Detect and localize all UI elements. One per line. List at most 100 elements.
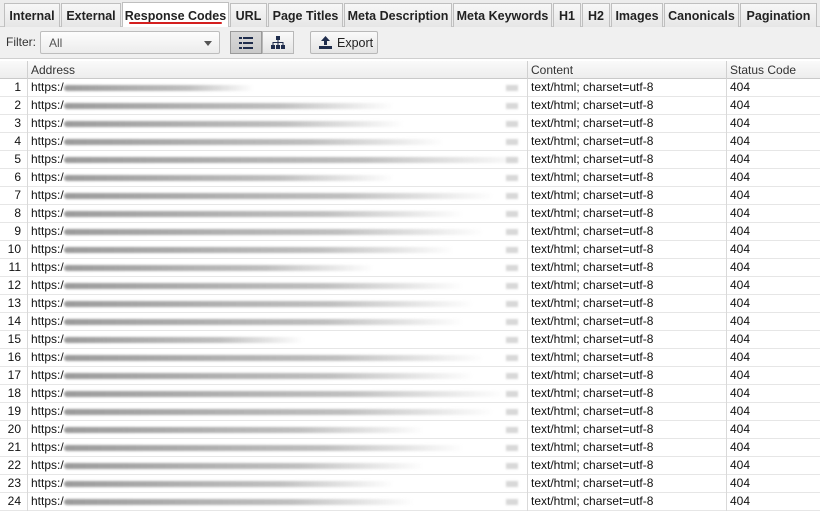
address-text: https:/ xyxy=(31,296,64,310)
address-cell[interactable]: https:/ xyxy=(28,403,528,421)
tab-bar: Internal External Response Codes URL Pag… xyxy=(0,0,820,28)
table-row[interactable]: 5 https:/ text/html; charset=utf-8 404 xyxy=(0,151,820,169)
table-row[interactable]: 23 https:/ text/html; charset=utf-8 404 xyxy=(0,475,820,493)
address-cell[interactable]: https:/ xyxy=(28,421,528,439)
table-header: Address Content Status Code xyxy=(0,61,820,79)
content-cell: text/html; charset=utf-8 xyxy=(528,187,727,205)
address-text: https:/ xyxy=(31,242,64,256)
address-text: https:/ xyxy=(31,404,64,418)
redacted-url-tail xyxy=(506,337,518,343)
status-code-cell: 404 xyxy=(730,350,751,364)
table-row[interactable]: 3 https:/ text/html; charset=utf-8 404 xyxy=(0,115,820,133)
table-row[interactable]: 13 https:/ text/html; charset=utf-8 404 xyxy=(0,295,820,313)
table-row[interactable]: 10 https:/ text/html; charset=utf-8 404 xyxy=(0,241,820,259)
toolbar: Filter: All Export xyxy=(0,27,820,59)
status-code-cell: 404 xyxy=(730,314,751,328)
redacted-url xyxy=(64,139,444,145)
table-row[interactable]: 2 https:/ text/html; charset=utf-8 404 xyxy=(0,97,820,115)
header-content[interactable]: Content xyxy=(528,61,727,79)
table-row[interactable]: 18 https:/ text/html; charset=utf-8 404 xyxy=(0,385,820,403)
table-row[interactable]: 24 https:/ text/html; charset=utf-8 404 xyxy=(0,493,820,511)
table-row[interactable]: 17 https:/ text/html; charset=utf-8 404 xyxy=(0,367,820,385)
tab-h2[interactable]: H2 xyxy=(582,3,610,27)
row-number: 14 xyxy=(0,313,28,331)
status-code-cell: 404 xyxy=(730,386,751,400)
tab-url[interactable]: URL xyxy=(230,3,267,27)
filter-dropdown[interactable]: All xyxy=(40,31,220,54)
address-cell[interactable]: https:/ xyxy=(28,187,528,205)
header-row-number[interactable] xyxy=(0,61,28,79)
tab-meta-keywords[interactable]: Meta Keywords xyxy=(453,3,552,27)
row-number: 16 xyxy=(0,349,28,367)
address-cell[interactable]: https:/ xyxy=(28,367,528,385)
address-cell[interactable]: https:/ xyxy=(28,493,528,511)
table-row[interactable]: 4 https:/ text/html; charset=utf-8 404 xyxy=(0,133,820,151)
table-row[interactable]: 7 https:/ text/html; charset=utf-8 404 xyxy=(0,187,820,205)
address-cell[interactable]: https:/ xyxy=(28,79,528,97)
export-button[interactable]: Export xyxy=(310,31,378,54)
status-code-cell: 404 xyxy=(730,260,751,274)
address-cell[interactable]: https:/ xyxy=(28,331,528,349)
table-row[interactable]: 6 https:/ text/html; charset=utf-8 404 xyxy=(0,169,820,187)
row-number: 15 xyxy=(0,331,28,349)
address-cell[interactable]: https:/ xyxy=(28,205,528,223)
redacted-url-tail xyxy=(506,283,518,289)
table-row[interactable]: 1 https:/ text/html; charset=utf-8 404 xyxy=(0,79,820,97)
status-code-cell: 404 xyxy=(730,116,751,130)
row-number: 6 xyxy=(0,169,28,187)
address-cell[interactable]: https:/ xyxy=(28,349,528,367)
tab-external[interactable]: External xyxy=(61,3,121,27)
header-address[interactable]: Address xyxy=(28,61,528,79)
address-cell[interactable]: https:/ xyxy=(28,241,528,259)
address-cell[interactable]: https:/ xyxy=(28,115,528,133)
status-code-cell: 404 xyxy=(730,368,751,382)
header-status-code[interactable]: Status Code xyxy=(727,61,820,79)
status-code-cell: 404 xyxy=(730,296,751,310)
table-row[interactable]: 8 https:/ text/html; charset=utf-8 404 xyxy=(0,205,820,223)
address-cell[interactable]: https:/ xyxy=(28,385,528,403)
results-table: Address Content Status Code 1 https:/text… xyxy=(0,61,820,513)
table-row[interactable]: 14 https:/ text/html; charset=utf-8 404 xyxy=(0,313,820,331)
tab-canonicals[interactable]: Canonicals xyxy=(664,3,739,27)
redacted-url xyxy=(64,319,464,325)
address-cell[interactable]: https:/ xyxy=(28,133,528,151)
table-row[interactable]: 21 https:/ text/html; charset=utf-8 404 xyxy=(0,439,820,457)
tree-view-button[interactable] xyxy=(262,31,294,54)
tab-response-codes[interactable]: Response Codes xyxy=(122,2,229,28)
address-text: https:/ xyxy=(31,440,64,454)
filter-label: Filter: xyxy=(6,35,36,49)
address-cell[interactable]: https:/ xyxy=(28,295,528,313)
content-cell: text/html; charset=utf-8 xyxy=(528,493,727,511)
table-row[interactable]: 22 https:/ text/html; charset=utf-8 404 xyxy=(0,457,820,475)
table-row[interactable]: 12 https:/ text/html; charset=utf-8 404 xyxy=(0,277,820,295)
address-cell[interactable]: https:/ xyxy=(28,223,528,241)
address-cell[interactable]: https:/ xyxy=(28,475,528,493)
tab-images[interactable]: Images xyxy=(611,3,663,27)
tab-page-titles[interactable]: Page Titles xyxy=(268,3,343,27)
table-row[interactable]: 20 https:/ text/html; charset=utf-8 404 xyxy=(0,421,820,439)
tab-internal[interactable]: Internal xyxy=(4,3,60,27)
tab-pagination[interactable]: Pagination xyxy=(740,3,817,27)
address-cell[interactable]: https:/ xyxy=(28,277,528,295)
address-cell[interactable]: https:/ xyxy=(28,439,528,457)
redacted-url xyxy=(64,283,464,289)
table-row[interactable]: 11 https:/ text/html; charset=utf-8 404 xyxy=(0,259,820,277)
status-code-cell: 404 xyxy=(730,494,751,508)
tab-meta-description[interactable]: Meta Description xyxy=(344,3,452,27)
table-row[interactable]: 19 https:/ text/html; charset=utf-8 404 xyxy=(0,403,820,421)
address-cell[interactable]: https:/ xyxy=(28,151,528,169)
address-cell[interactable]: https:/ xyxy=(28,313,528,331)
address-cell[interactable]: https:/ xyxy=(28,259,528,277)
table-row[interactable]: 15 https:/ text/html; charset=utf-8 404 xyxy=(0,331,820,349)
table-row[interactable]: 16 https:/ text/html; charset=utf-8 404 xyxy=(0,349,820,367)
list-icon xyxy=(239,36,253,49)
content-cell: text/html; charset=utf-8 xyxy=(528,457,727,475)
row-number: 23 xyxy=(0,475,28,493)
address-cell[interactable]: https:/ xyxy=(28,457,528,475)
table-row[interactable]: 9 https:/ text/html; charset=utf-8 404 xyxy=(0,223,820,241)
address-cell[interactable]: https:/ xyxy=(28,97,528,115)
tab-h1[interactable]: H1 xyxy=(553,3,581,27)
address-cell[interactable]: https:/ xyxy=(28,169,528,187)
list-view-button[interactable] xyxy=(230,31,262,54)
row-number: 4 xyxy=(0,133,28,151)
